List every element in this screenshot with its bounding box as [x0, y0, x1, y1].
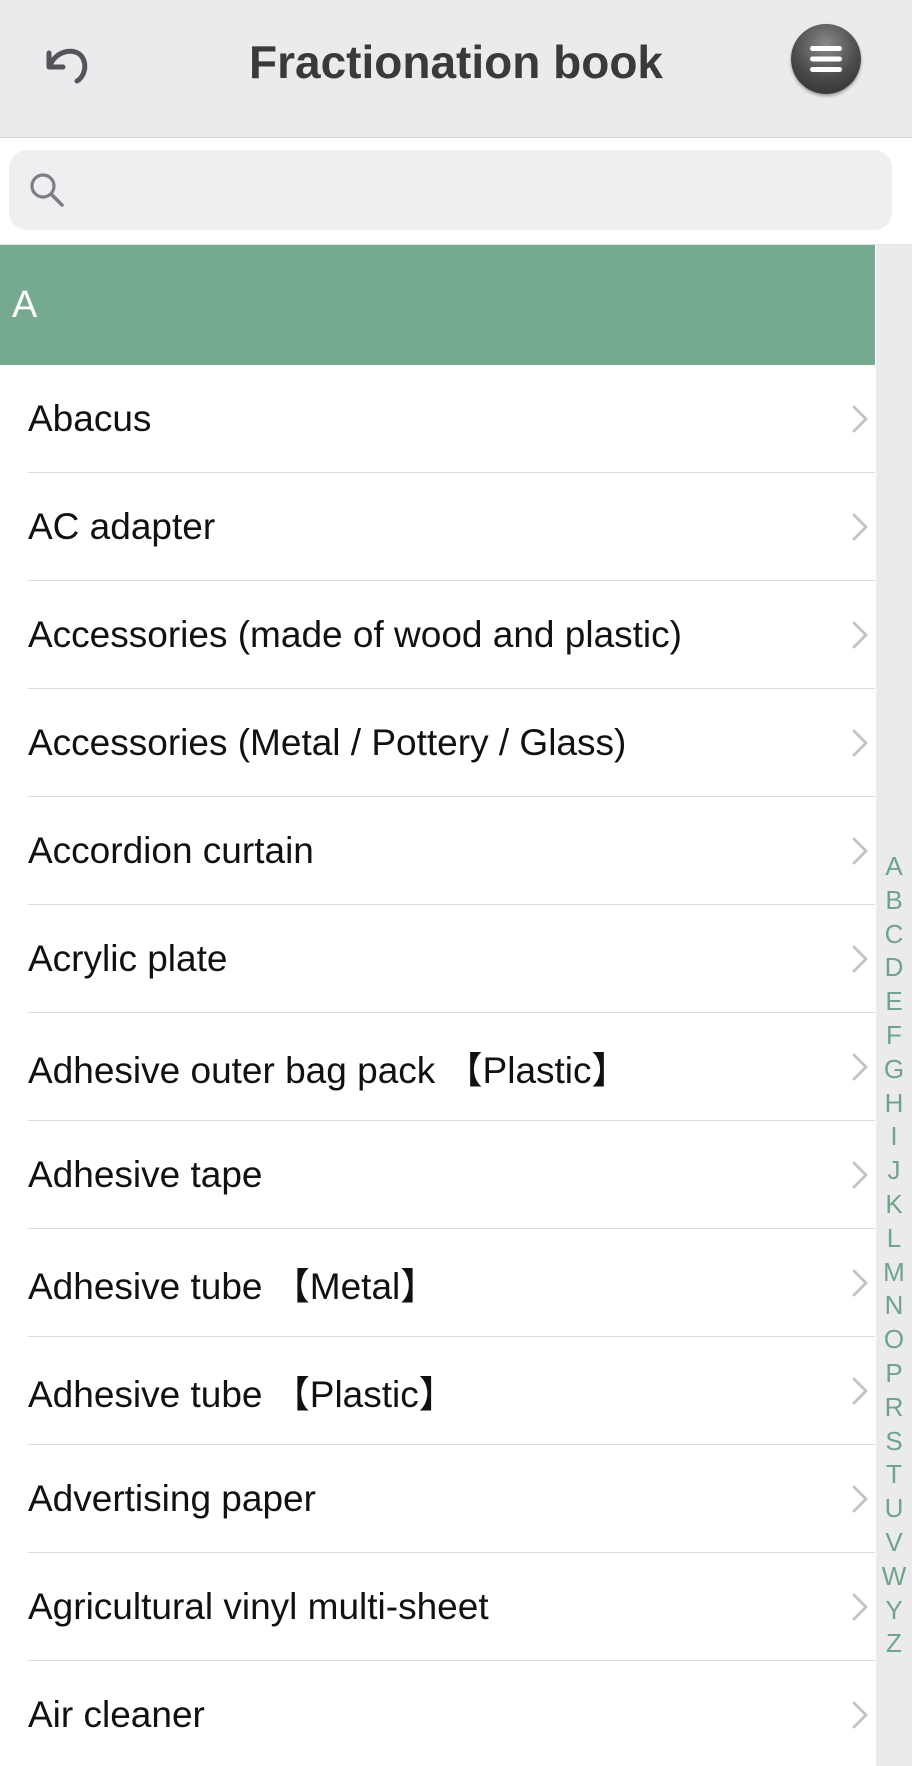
- list-item-label: Adhesive tape: [28, 1154, 263, 1195]
- index-letter-s[interactable]: S: [876, 1425, 912, 1459]
- page-title: Fractionation book: [249, 36, 663, 88]
- list-item[interactable]: AC adapter: [0, 473, 875, 581]
- index-letter-n[interactable]: N: [876, 1289, 912, 1323]
- index-letter-p[interactable]: P: [876, 1357, 912, 1391]
- index-letter-u[interactable]: U: [876, 1492, 912, 1526]
- index-letter-m[interactable]: M: [876, 1256, 912, 1290]
- alphabet-index-bar[interactable]: ABCDEFGHIJKLMNOPRSTUVWYZ: [876, 245, 912, 1766]
- item-list: Abacus AC adapter Accessories (made of woo…: [0, 365, 875, 1766]
- chevron-right-icon: [852, 1161, 868, 1189]
- list-item-label: Adhesive tube 【Metal】: [28, 1266, 438, 1307]
- list-item[interactable]: Abacus: [0, 365, 875, 473]
- chevron-right-icon: [852, 405, 868, 433]
- index-letter-w[interactable]: W: [876, 1560, 912, 1594]
- app-screen: Fractionation book A Abacus AC adapter Acc…: [0, 0, 912, 1766]
- list-item[interactable]: Acrylic plate: [0, 905, 875, 1013]
- list-item-label: Air cleaner: [28, 1694, 205, 1735]
- list-item[interactable]: Air cleaner: [0, 1661, 875, 1766]
- undo-icon: [46, 48, 88, 84]
- index-letter-v[interactable]: V: [876, 1526, 912, 1560]
- index-letter-e[interactable]: E: [876, 985, 912, 1019]
- list-item[interactable]: Adhesive tube 【Plastic】: [0, 1337, 875, 1445]
- index-letter-z[interactable]: Z: [876, 1627, 912, 1661]
- index-letter-j[interactable]: J: [876, 1154, 912, 1188]
- list-item-label: Advertising paper: [28, 1478, 316, 1519]
- list-item-label: Accordion curtain: [28, 830, 314, 871]
- list-item[interactable]: Agricultural vinyl multi-sheet: [0, 1553, 875, 1661]
- index-letter-y[interactable]: Y: [876, 1594, 912, 1628]
- chevron-right-icon: [852, 1701, 868, 1729]
- list-item[interactable]: Advertising paper: [0, 1445, 875, 1553]
- index-letter-d[interactable]: D: [876, 951, 912, 985]
- index-letter-c[interactable]: C: [876, 918, 912, 952]
- navigation-bar: Fractionation book: [0, 0, 912, 138]
- index-letter-i[interactable]: I: [876, 1120, 912, 1154]
- list-item-label: Acrylic plate: [28, 938, 228, 979]
- list-item-label: Adhesive tube 【Plastic】: [28, 1374, 456, 1415]
- chevron-right-icon: [852, 1485, 868, 1513]
- index-letter-l[interactable]: L: [876, 1222, 912, 1256]
- chevron-right-icon: [852, 1593, 868, 1621]
- search-bar: [0, 138, 912, 245]
- chevron-right-icon: [852, 1053, 868, 1081]
- index-letter-a[interactable]: A: [876, 850, 912, 884]
- list-item[interactable]: Accessories (Metal / Pottery / Glass): [0, 689, 875, 797]
- list-item[interactable]: Accordion curtain: [0, 797, 875, 905]
- search-box[interactable]: [9, 150, 892, 230]
- chevron-right-icon: [852, 729, 868, 757]
- index-letter-o[interactable]: O: [876, 1323, 912, 1357]
- chevron-right-icon: [852, 945, 868, 973]
- index-letter-g[interactable]: G: [876, 1053, 912, 1087]
- index-letter-f[interactable]: F: [876, 1019, 912, 1053]
- search-input[interactable]: [67, 159, 892, 221]
- index-letter-b[interactable]: B: [876, 884, 912, 918]
- list-item-label: Adhesive outer bag pack 【Plastic】: [28, 1050, 629, 1091]
- list-item-label: Abacus: [28, 398, 152, 439]
- index-letter-t[interactable]: T: [876, 1458, 912, 1492]
- chevron-right-icon: [852, 1377, 868, 1405]
- menu-button[interactable]: [791, 24, 861, 94]
- list-item[interactable]: Adhesive tube 【Metal】: [0, 1229, 875, 1337]
- chevron-right-icon: [852, 621, 868, 649]
- section-header-letter: A: [12, 283, 38, 326]
- index-letter-r[interactable]: R: [876, 1391, 912, 1425]
- menu-icon: [810, 46, 842, 72]
- list-item[interactable]: Adhesive tape: [0, 1121, 875, 1229]
- list-item-label: Accessories (Metal / Pottery / Glass): [28, 722, 627, 763]
- index-letter-h[interactable]: H: [876, 1087, 912, 1121]
- section-header: A: [0, 245, 875, 365]
- alphabet-index-letters: ABCDEFGHIJKLMNOPRSTUVWYZ: [876, 850, 912, 1661]
- list-item-label: Accessories (made of wood and plastic): [28, 614, 682, 655]
- list-item[interactable]: Accessories (made of wood and plastic): [0, 581, 875, 689]
- list-item-label: Agricultural vinyl multi-sheet: [28, 1586, 489, 1627]
- undo-button[interactable]: [38, 34, 96, 92]
- index-letter-k[interactable]: K: [876, 1188, 912, 1222]
- chevron-right-icon: [852, 1269, 868, 1297]
- search-icon: [27, 170, 67, 210]
- list-item[interactable]: Adhesive outer bag pack 【Plastic】: [0, 1013, 875, 1121]
- chevron-right-icon: [852, 513, 868, 541]
- chevron-right-icon: [852, 837, 868, 865]
- list-item-label: AC adapter: [28, 506, 216, 547]
